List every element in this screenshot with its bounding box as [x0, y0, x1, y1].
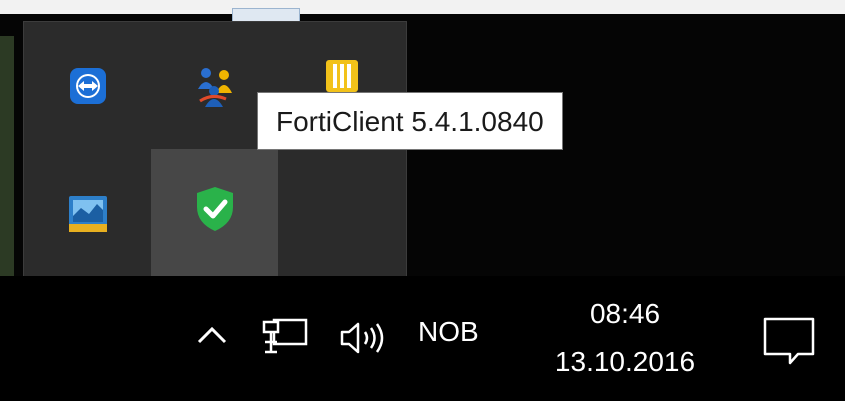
chevron-up-icon — [197, 326, 227, 344]
speaker-icon — [340, 322, 384, 354]
clock-time: 08:46 — [589, 298, 661, 329]
clock-button[interactable]: 08:46 13.10.2016 — [530, 296, 720, 380]
tray-tooltip: FortiClient 5.4.1.0840 — [257, 92, 563, 150]
show-hidden-icons-button[interactable] — [196, 324, 228, 351]
tray-slot-intel-graphics[interactable] — [24, 149, 151, 276]
network-people-icon — [197, 67, 232, 107]
action-center-button[interactable] — [762, 316, 816, 371]
background-window-edge — [0, 0, 845, 14]
tray-slot-teamviewer[interactable] — [24, 22, 151, 149]
yellow-app-icon — [325, 59, 358, 92]
teamviewer-icon — [69, 67, 106, 104]
background-window-strip — [0, 36, 14, 286]
taskbar: NOB 08:46 13.10.2016 — [0, 276, 845, 401]
input-language-indicator[interactable]: NOB — [418, 316, 479, 348]
tray-slot-forticlient[interactable] — [151, 149, 278, 276]
clock-date: 13.10.2016 — [554, 346, 696, 377]
intel-graphics-icon — [68, 195, 107, 232]
forticlient-shield-icon — [196, 186, 233, 231]
ethernet-icon — [262, 318, 308, 354]
volume-button[interactable] — [338, 320, 394, 361]
network-status-button[interactable] — [262, 316, 310, 361]
notification-icon — [763, 317, 815, 365]
